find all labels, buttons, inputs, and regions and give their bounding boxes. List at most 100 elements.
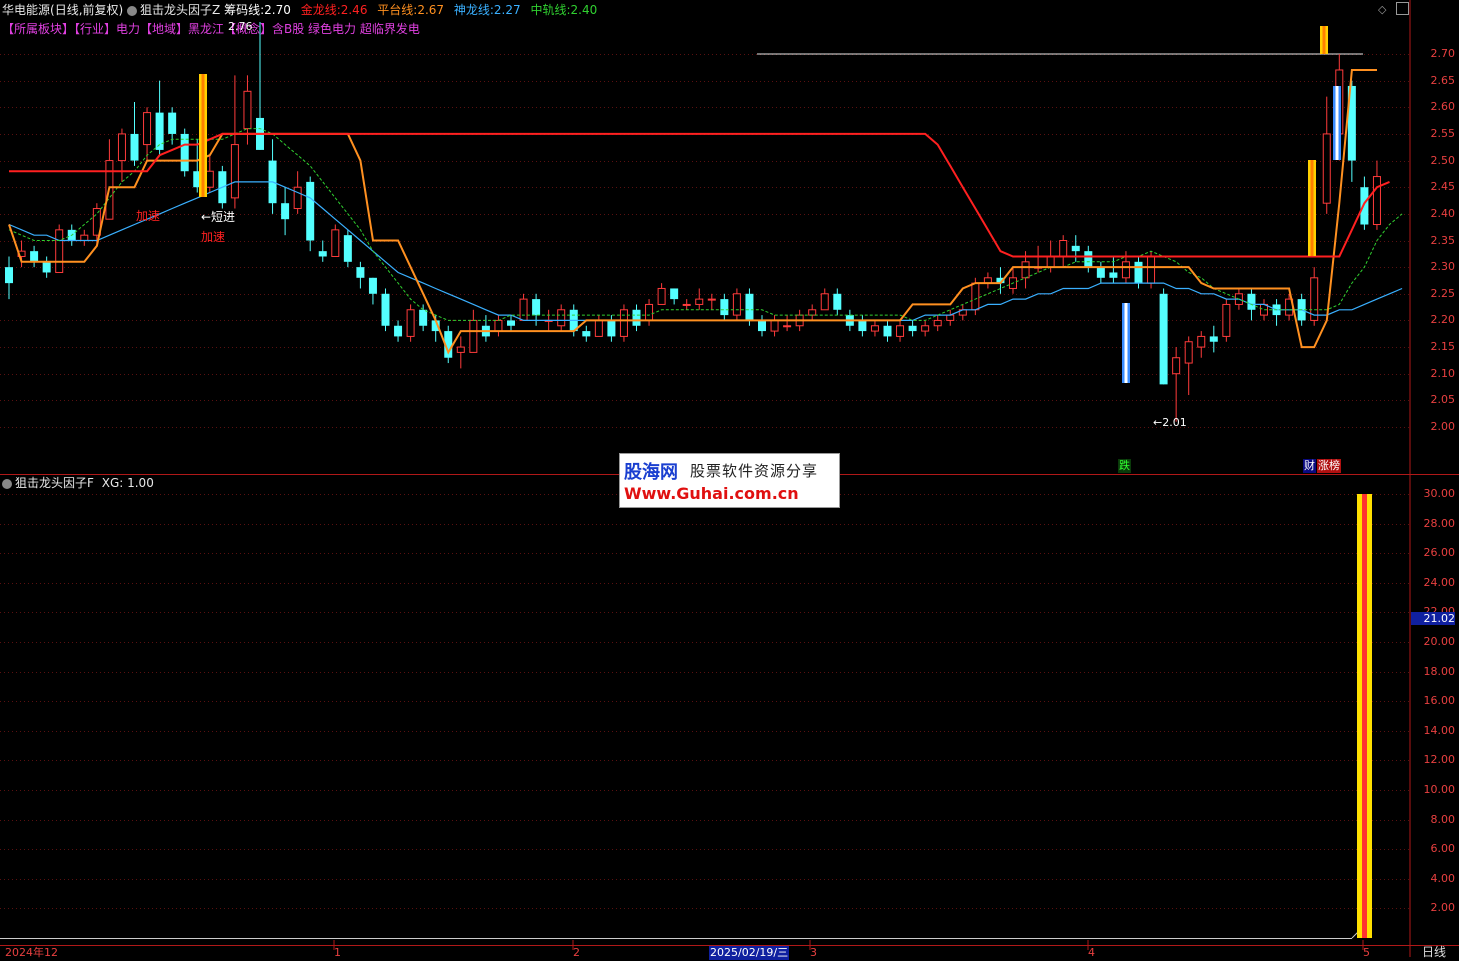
y-tick-label: 2.60 (1430, 100, 1456, 114)
candle-body-up (117, 133, 126, 162)
candle-body-up (1059, 240, 1068, 257)
candle-body-up (933, 319, 942, 327)
candle-body-down (394, 325, 403, 337)
candle-body-up (1121, 261, 1130, 279)
candle-body-down (720, 299, 729, 316)
x-axis-may: 5 (1363, 946, 1370, 959)
watermark-banner: 股海网 股票软件资源分享 Www.Guhai.com.cn (619, 453, 840, 508)
y-tick-label-lower: 4.00 (1430, 871, 1456, 885)
signal-bar-yellow-core (1322, 26, 1326, 54)
candle-body-down (858, 320, 867, 332)
indicator-toggle-icon[interactable] (127, 5, 138, 16)
candle-body-down (306, 181, 315, 241)
candle-body-down (5, 267, 13, 284)
candle-body-down (1159, 293, 1168, 385)
candle-body-up (770, 319, 779, 332)
candle-body-up (331, 229, 340, 257)
candle-body-down (343, 235, 352, 262)
candle-body-down (833, 293, 842, 310)
chip-label: 筹码线: (224, 3, 265, 17)
watermark-url: Www.Guhai.com.cn (624, 484, 799, 503)
x-axis-mar: 3 (810, 946, 817, 959)
candle-body-up (1147, 255, 1156, 284)
mid-line (8, 128, 1403, 321)
candle-body-down (1209, 336, 1218, 342)
candle-body-down (507, 320, 515, 326)
stock-name: 华电能源 (2, 3, 51, 17)
y-tick-label-lower: 16.00 (1423, 694, 1456, 708)
signal-bar-blue-core (1335, 86, 1339, 160)
signal-bar-yellow-core (201, 74, 205, 197)
candle-body-down (670, 288, 679, 300)
shen-value: 2.27 (493, 3, 521, 17)
y-tick-label: 2.20 (1430, 313, 1456, 327)
candle-body-up (657, 287, 666, 305)
candle-body-down (883, 325, 892, 337)
candle-body-up (594, 319, 603, 337)
candle-body-up (921, 325, 930, 332)
candle-body-up (732, 293, 741, 316)
candle-body-up (645, 303, 654, 321)
candle-body-down (130, 133, 139, 161)
maximize-icon[interactable] (1396, 2, 1409, 15)
candle-body-up (896, 325, 905, 337)
candle-body-up (1372, 176, 1381, 226)
y-tick-label: 2.10 (1430, 366, 1456, 380)
y-tick-label-lower: 26.00 (1423, 546, 1456, 560)
candle-body-down (607, 320, 616, 337)
candle-body-up (293, 186, 302, 210)
candle-body-up (1172, 357, 1181, 375)
lower-toggle-icon[interactable] (2, 478, 12, 489)
candle-body-up (557, 309, 566, 327)
y-tick-label: 2.05 (1430, 393, 1456, 407)
candle-body-up (870, 325, 879, 332)
candle-body-down (1134, 261, 1143, 284)
plat-label: 平台线: (377, 3, 418, 17)
candle-body-up (243, 90, 252, 130)
diamond-icon[interactable]: ◇ (1378, 3, 1386, 17)
candle-body-up (682, 303, 691, 306)
candle-body-down (908, 325, 917, 332)
candle-body-down (582, 331, 591, 337)
plat-value: 2.67 (417, 3, 445, 17)
y-tick-label: 2.55 (1430, 126, 1456, 140)
watermark-brand: 股海网 (624, 462, 678, 483)
candle-body-down (419, 309, 428, 326)
candle-body-up (783, 325, 792, 328)
candle-body-down (381, 293, 390, 326)
chip-value: 2.70 (264, 3, 291, 17)
y-tick-label: 2.45 (1430, 180, 1456, 194)
candle-body-down (42, 261, 51, 273)
candle-body-down (1084, 251, 1093, 268)
candle-body-up (1021, 261, 1030, 279)
candle-body-up (230, 144, 239, 199)
candle-body-up (1046, 255, 1055, 268)
candle-body-up (619, 309, 628, 337)
candle-body-up (406, 309, 415, 337)
candle-body-up (205, 170, 214, 188)
y-tick-label: 2.50 (1430, 153, 1456, 167)
candle-body-up (519, 298, 528, 321)
high-price-label: 2.76 (228, 20, 253, 33)
candle-body-down (368, 277, 377, 294)
signal-bar-blue-core (1124, 303, 1128, 383)
candle-body-down (745, 293, 754, 321)
candle-body-down (632, 309, 641, 326)
accel-label-1: 加速 (136, 209, 161, 223)
header-bar: 华电能源(日线,前复权) 狙击龙头因子Z 筹码线:2.70 金龙线:2.46 平… (2, 3, 597, 17)
candle-body-up (456, 346, 465, 353)
candle-body-down (30, 251, 39, 262)
mid-value: 2.40 (570, 3, 598, 17)
candle-body-up (143, 112, 152, 146)
sector-info: 【所属板块】【行业】电力【地域】黑龙江【概念】含B股 绿色电力 超临界发电 (2, 22, 420, 36)
y-tick-label: 2.25 (1430, 286, 1456, 300)
y-tick-label: 2.35 (1430, 233, 1456, 247)
y-tick-label: 2.00 (1430, 420, 1456, 433)
low-price-label: ←2.01 (1153, 416, 1187, 429)
gold-label: 金龙线: (300, 3, 341, 17)
y-tick-label-lower: 20.00 (1423, 635, 1456, 648)
x-axis-start: 2024年12 (5, 946, 58, 959)
y-tick-label: 2.40 (1430, 206, 1456, 220)
lower-indicator-name: 狙击龙头因子F (15, 476, 94, 490)
mid-label: 中轨线: (530, 3, 571, 17)
